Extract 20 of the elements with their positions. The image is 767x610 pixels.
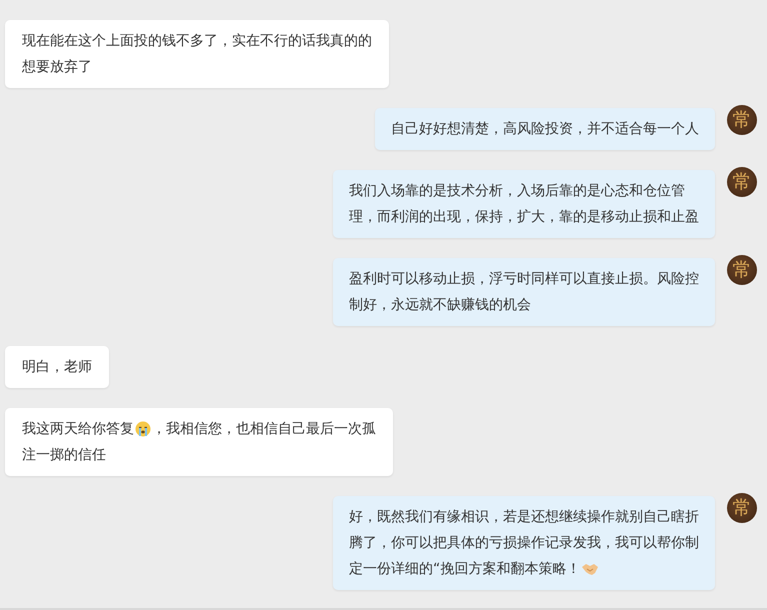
message-text: 腾了，你可以把具体的亏损操作记录发我，我可以帮你制	[349, 534, 699, 553]
avatar: 常	[727, 105, 757, 135]
message-text: 自己好好想清楚，高风险投资，并不适合每一个人	[391, 120, 699, 139]
message-text: 现在能在这个上面投的钱不多了，实在不行的话我真的的	[22, 32, 372, 51]
message-text: 我们入场靠的是技术分析，入场后靠的是心态和仓位管	[349, 182, 685, 201]
message-text: 定一份详细的“挽回方案和翻本策略！	[349, 560, 580, 579]
avatar: 常	[727, 167, 757, 197]
message-text: 制好，永远就不缺赚钱的机会	[349, 296, 531, 315]
crying-face-icon	[135, 421, 151, 437]
message-text: 想要放弃了	[22, 58, 92, 77]
handshake-icon	[581, 562, 600, 576]
message-text: 理，而利润的出现，保持，扩大，靠的是移动止损和止盈	[349, 208, 699, 227]
message-text: 明白，老师	[22, 358, 92, 377]
avatar: 常	[727, 255, 757, 285]
message-text: 盈利时可以移动止损，浮亏时同样可以直接止损。风险控	[349, 270, 699, 289]
message-text: 我这两天给你答复	[22, 420, 134, 439]
message-text: 注一掷的信任	[22, 446, 106, 465]
message-text: ，我相信您，也相信自己最后一次孤	[152, 420, 376, 439]
message-text: 好，既然我们有缘相识，若是还想继续操作就别自己瞎折	[349, 508, 699, 527]
avatar: 常	[727, 493, 757, 523]
